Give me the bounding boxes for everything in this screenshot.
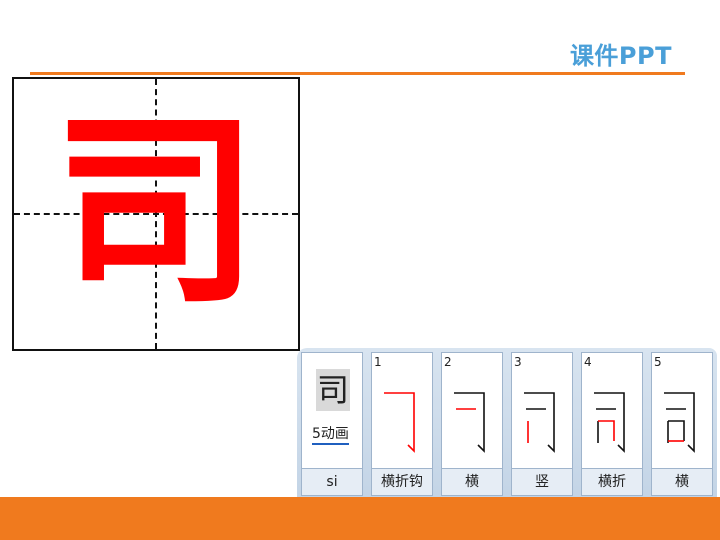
brand-title: 课件PPT <box>569 42 672 70</box>
stroke-1-diagram <box>384 392 415 453</box>
stroke-order-panel: 司 5动画 si 1 横折钩 2 横 3 竖 4 横折 5 横 <box>297 348 717 498</box>
stroke-card-5[interactable]: 5 横 <box>651 352 713 496</box>
header-divider <box>30 72 685 75</box>
footer-band <box>0 497 720 540</box>
stroke-name: 横折 <box>582 468 642 495</box>
stroke-number: 2 <box>444 355 452 369</box>
stroke-number: 1 <box>374 355 382 369</box>
stroke-animation-link[interactable]: 5动画 <box>312 425 349 445</box>
summary-glyph: 司 <box>316 369 350 411</box>
stroke-card-2[interactable]: 2 横 <box>441 352 503 496</box>
tian-zi-grid: 司 <box>12 77 300 351</box>
stroke-5-diagram <box>664 392 695 453</box>
stroke-card-3[interactable]: 3 竖 <box>511 352 573 496</box>
stroke-3-diagram <box>524 392 555 453</box>
stroke-name: 横折钩 <box>372 468 432 495</box>
character-glyph: 司 <box>52 92 259 332</box>
stroke-2-diagram <box>454 392 485 453</box>
stroke-number: 5 <box>654 355 662 369</box>
stroke-name: 竖 <box>512 468 572 495</box>
stroke-number: 3 <box>514 355 522 369</box>
stroke-card-4[interactable]: 4 横折 <box>581 352 643 496</box>
pinyin-label: si <box>302 468 362 495</box>
stroke-4-diagram <box>594 392 625 453</box>
stroke-number: 4 <box>584 355 592 369</box>
stroke-card-1[interactable]: 1 横折钩 <box>371 352 433 496</box>
stroke-name: 横 <box>442 468 502 495</box>
stroke-summary-card: 司 5动画 si <box>301 352 363 496</box>
stroke-name: 横 <box>652 468 712 495</box>
